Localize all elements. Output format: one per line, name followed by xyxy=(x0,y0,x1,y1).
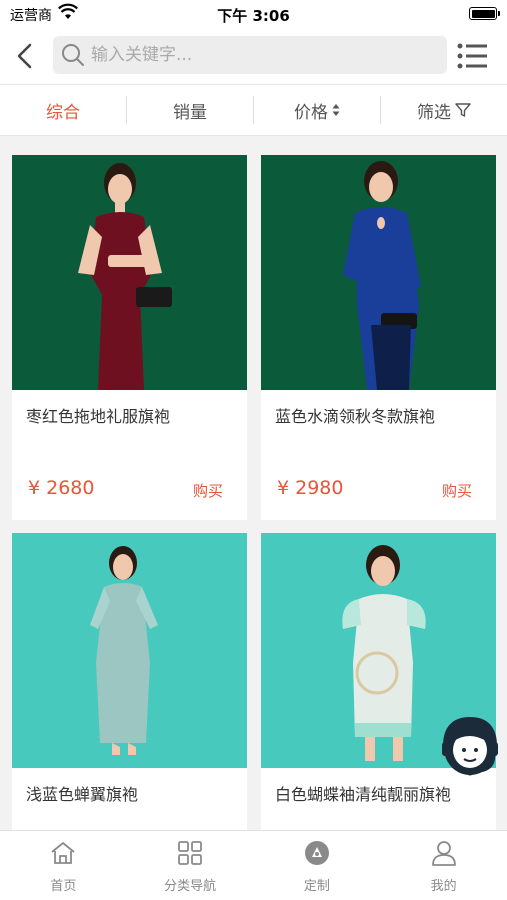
search-input[interactable] xyxy=(91,36,431,74)
filter-screen[interactable]: 筛选 xyxy=(381,98,507,123)
filter-label: 筛选 xyxy=(417,102,451,123)
customer-service-icon[interactable] xyxy=(438,712,502,778)
product-title[interactable]: 蓝色水滴领秋冬款旗袍 xyxy=(275,403,435,427)
bottom-tab-bar: 首页 分类导航 定制 我的 xyxy=(0,830,507,900)
product-card[interactable]: 枣红色拖地礼服旗袍 ¥ 2680 购买 xyxy=(12,155,247,520)
search-bar[interactable] xyxy=(53,36,447,74)
tab-mine[interactable]: 我的 xyxy=(380,831,507,900)
filter-sales[interactable]: 销量 xyxy=(127,98,253,123)
dress-figure xyxy=(90,546,158,755)
tab-home[interactable]: 首页 xyxy=(0,831,127,900)
product-image[interactable] xyxy=(12,155,247,390)
product-image[interactable] xyxy=(12,533,247,768)
product-card[interactable]: 蓝色水滴领秋冬款旗袍 ¥ 2980 购买 xyxy=(261,155,496,520)
status-time: 下午 3:06 xyxy=(217,7,290,25)
back-icon[interactable] xyxy=(10,40,42,72)
funnel-icon xyxy=(455,103,471,117)
filter-label: 综合 xyxy=(46,102,80,123)
tab-label: 我的 xyxy=(430,879,457,894)
customize-icon xyxy=(304,841,329,865)
tab-category[interactable]: 分类导航 xyxy=(127,831,254,900)
dress-figure xyxy=(78,163,172,390)
filter-comprehensive[interactable]: 综合 xyxy=(0,98,126,123)
filter-bar: 综合 销量 价格 筛选 xyxy=(0,84,507,136)
tab-label: 定制 xyxy=(303,879,330,894)
list-menu-icon[interactable] xyxy=(457,42,489,70)
tab-label: 首页 xyxy=(50,879,77,894)
sort-arrows-icon xyxy=(332,104,340,116)
dress-figure xyxy=(343,161,421,390)
product-price: ¥ 2680 xyxy=(28,477,95,499)
search-icon xyxy=(62,44,84,66)
product-image[interactable] xyxy=(261,155,496,390)
filter-label: 价格 xyxy=(294,102,328,123)
home-icon xyxy=(51,842,75,864)
tab-customize[interactable]: 定制 xyxy=(254,831,381,900)
status-bar: 运营商 下午 3:06 xyxy=(0,0,507,28)
product-title[interactable]: 白色蝴蝶袖清纯靓丽旗袍 xyxy=(275,781,451,805)
filter-price[interactable]: 价格 xyxy=(254,98,380,123)
buy-button[interactable]: 购买 xyxy=(193,480,223,501)
user-icon xyxy=(431,841,456,866)
battery-icon xyxy=(469,7,500,20)
product-title[interactable]: 枣红色拖地礼服旗袍 xyxy=(26,403,170,427)
filter-label: 销量 xyxy=(173,102,207,123)
product-title[interactable]: 浅蓝色蝉翼旗袍 xyxy=(26,781,138,805)
tab-label: 分类导航 xyxy=(164,879,217,894)
buy-button[interactable]: 购买 xyxy=(442,480,472,501)
product-price: ¥ 2980 xyxy=(277,477,344,499)
header xyxy=(0,28,507,84)
category-icon xyxy=(178,841,203,865)
